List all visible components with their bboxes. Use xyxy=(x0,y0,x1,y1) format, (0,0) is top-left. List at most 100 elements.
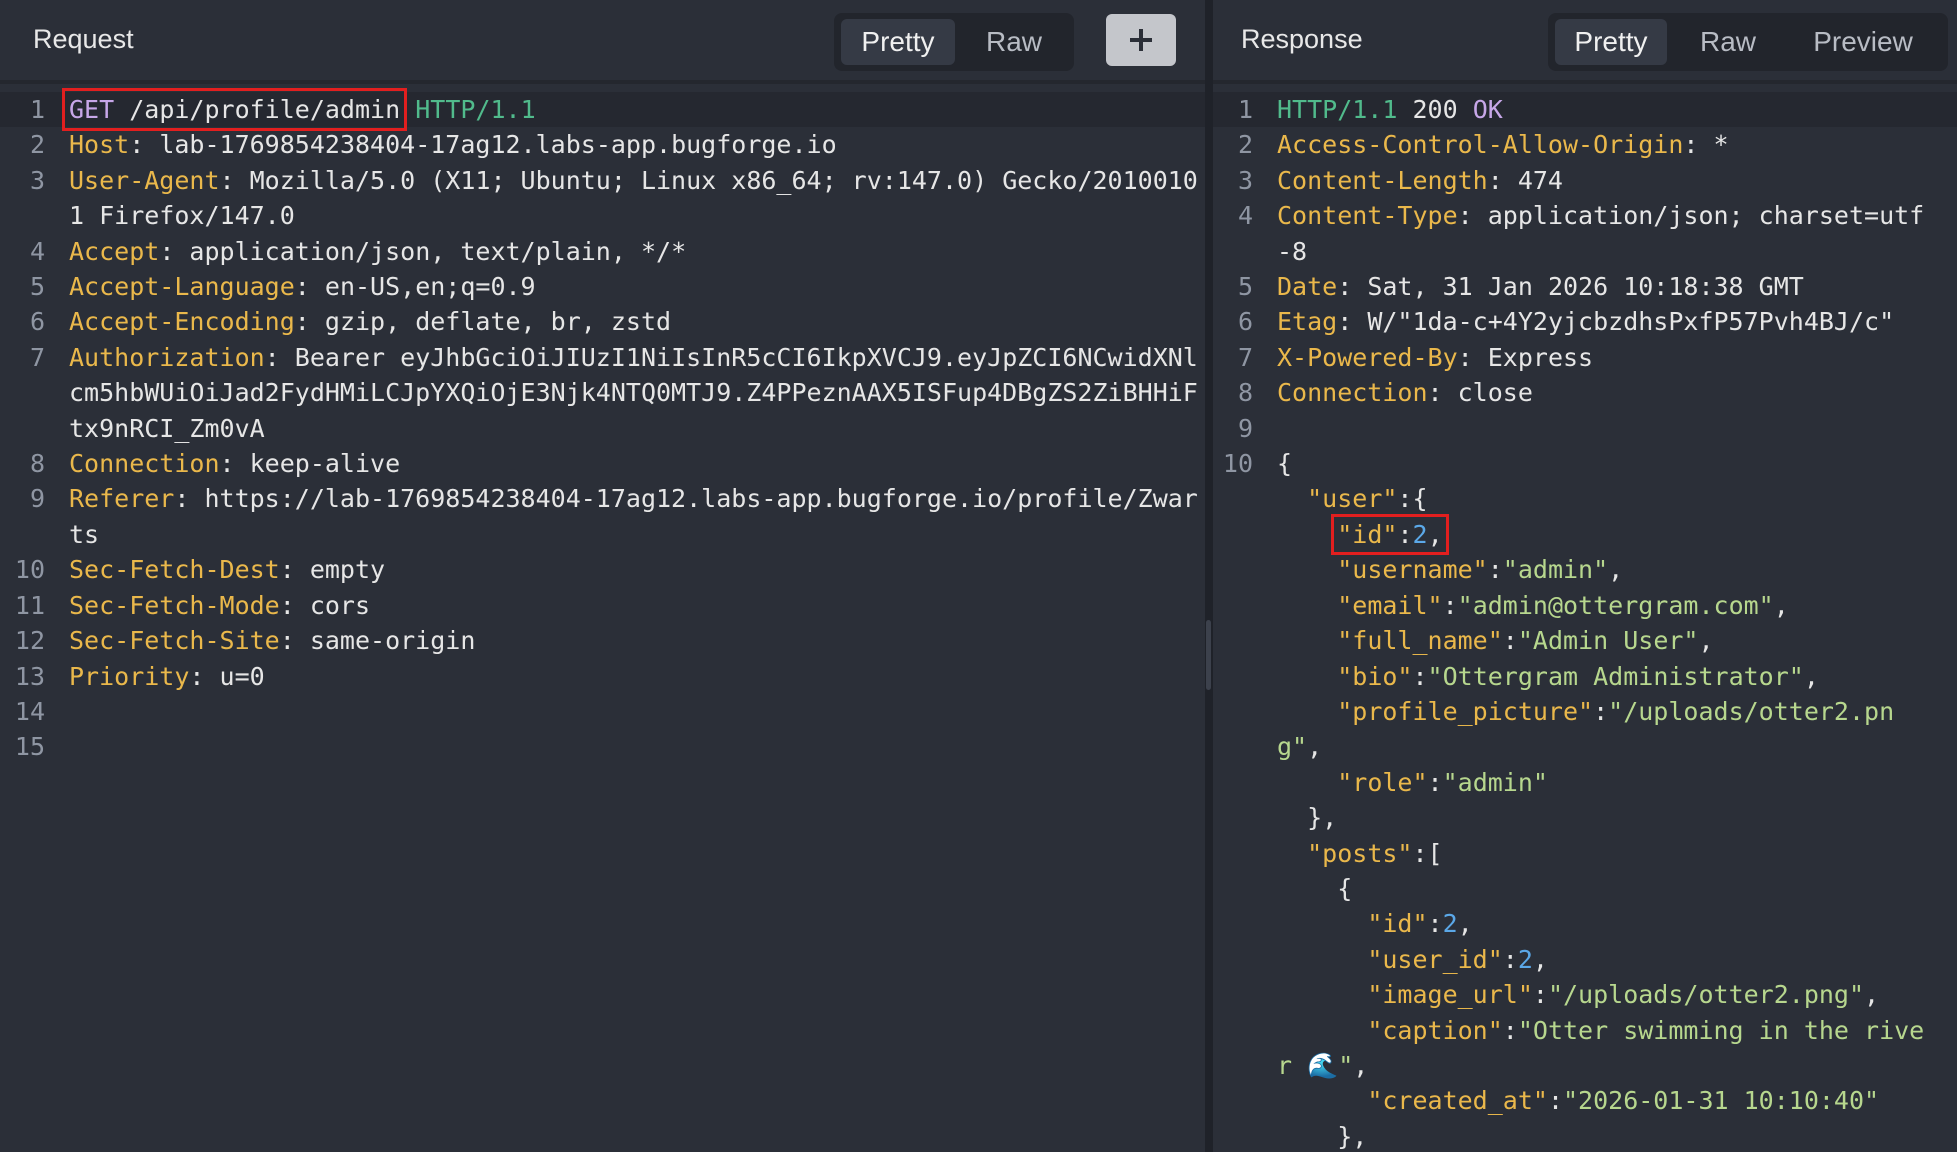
header-value: Express xyxy=(1487,342,1594,372)
line-content: "bio":"Ottergram Administrator", xyxy=(1277,659,1937,694)
code-line: "image_url":"/uploads/otter2.png", xyxy=(1213,977,1957,1012)
json-field: "user_id":2, xyxy=(1367,944,1548,974)
line-number: 7 xyxy=(1237,342,1253,372)
line-number: 9 xyxy=(29,484,45,514)
line-content: Connection: close xyxy=(1277,378,1533,408)
code-line: 15 xyxy=(0,729,1205,764)
line-content: "user_id":2, xyxy=(1277,942,1937,977)
header-name: Sec-Fetch-Dest xyxy=(69,555,280,585)
request-protocol: HTTP/1.1 xyxy=(415,95,536,124)
code-line: 8 Connection: close xyxy=(1213,375,1957,410)
status-code: 200 xyxy=(1412,95,1458,124)
json-key: "full_name" xyxy=(1337,626,1503,656)
line-number xyxy=(1213,694,1277,765)
line-content: "image_url":"/uploads/otter2.png", xyxy=(1277,977,1937,1012)
line-content: Date: Sat, 31 Jan 2026 10:18:38 GMT xyxy=(1277,272,1804,302)
line-content: Host: lab-1769854238404-17ag12.labs-app.… xyxy=(69,130,837,160)
json-field: "full_name":"Admin User", xyxy=(1337,626,1714,656)
code-line: 2 Host: lab-1769854238404-17ag12.labs-app… xyxy=(0,127,1205,162)
line-content: Sec-Fetch-Dest: empty xyxy=(69,555,386,585)
line-number: 6 xyxy=(29,307,45,337)
code-line: 4 Content-Type: application/json; charset… xyxy=(1213,198,1957,269)
line-content: "created_at":"2026-01-31 10:10:40" xyxy=(1277,1083,1937,1118)
splitter-handle[interactable] xyxy=(1206,620,1211,690)
request-view-tabs: Pretty Raw xyxy=(834,13,1074,71)
plus-icon xyxy=(1130,29,1152,51)
header-value: empty xyxy=(309,555,386,585)
line-content: "role":"admin" xyxy=(1277,765,1937,800)
header-value: en-US,en;q=0.9 xyxy=(324,272,536,302)
line-number: 10 xyxy=(14,555,45,585)
json-key: "bio" xyxy=(1337,661,1413,691)
response-viewer[interactable]: 1 HTTP/1.1 200 OK 2 Access-Control-Allow-Or… xyxy=(1213,92,1957,1152)
header-name: Content-Length xyxy=(1277,165,1488,195)
code-line: 14 xyxy=(0,694,1205,729)
line-content xyxy=(69,694,1199,729)
header-name: Access-Control-Allow-Origin xyxy=(1277,130,1684,160)
line-number xyxy=(1213,800,1277,835)
json-key: "posts" xyxy=(1307,838,1413,868)
line-content: "user":{ xyxy=(1277,481,1937,516)
response-tab-preview[interactable]: Preview xyxy=(1788,19,1938,65)
line-number: 4 xyxy=(1237,201,1253,231)
request-tab-pretty[interactable]: Pretty xyxy=(841,19,955,65)
line-number: 1 xyxy=(1237,95,1253,124)
response-title: Response xyxy=(1241,24,1363,54)
json-key: "user_id" xyxy=(1367,944,1503,974)
header-name: Accept-Language xyxy=(69,272,295,302)
line-number: 2 xyxy=(1237,130,1253,160)
line-content: Priority: u=0 xyxy=(69,661,265,691)
request-method: GET xyxy=(69,95,115,124)
header-value: W/"1da-c+4Y2yjcbzdhsPxfP57Pvh4BJ/c" xyxy=(1367,307,1895,337)
header-name: Accept xyxy=(69,236,160,266)
pane-splitter[interactable] xyxy=(1205,0,1213,1152)
json-key: "id" xyxy=(1367,909,1428,939)
code-line: 4 Accept: application/json, text/plain, *… xyxy=(0,234,1205,269)
code-line: 10 { xyxy=(1213,446,1957,481)
json-value: "Ottergram Administrator" xyxy=(1427,661,1804,691)
code-line: "posts":[ xyxy=(1213,836,1957,871)
code-line: 3 Content-Length: 474 xyxy=(1213,163,1957,198)
line-content: GET /api/profile/admin HTTP/1.1 xyxy=(61,88,1199,131)
request-editor[interactable]: 1 GET /api/profile/admin HTTP/1.1 2 Host: l… xyxy=(0,88,1205,765)
line-number: 14 xyxy=(14,696,45,726)
header-value: cors xyxy=(309,590,371,620)
add-button[interactable] xyxy=(1106,14,1176,66)
request-tab-raw[interactable]: Raw xyxy=(960,19,1068,65)
code-line: "role":"admin" xyxy=(1213,765,1957,800)
line-number xyxy=(1213,1119,1277,1152)
line-content: X-Powered-By: Express xyxy=(1277,342,1594,372)
code-line: 1 GET /api/profile/admin HTTP/1.1 xyxy=(0,88,1205,131)
code-line: 9 xyxy=(1213,411,1957,446)
line-content: Content-Length: 474 xyxy=(1277,165,1563,195)
line-number: 9 xyxy=(1237,413,1253,443)
line-content: Access-Control-Allow-Origin: * xyxy=(1277,130,1729,160)
json-key: "caption" xyxy=(1367,1015,1503,1045)
line-content: "caption":"Otter swimming in the river 🌊… xyxy=(1277,1013,1937,1084)
line-number xyxy=(1213,623,1277,658)
code-line: 9 Referer: https://lab-1769854238404-17ag… xyxy=(0,481,1205,552)
line-content: Accept-Language: en-US,en;q=0.9 xyxy=(69,272,536,302)
code-line: 7 Authorization: Bearer eyJhbGciOiJIUzI1N… xyxy=(0,340,1205,446)
header-value: u=0 xyxy=(219,661,265,691)
line-number: 3 xyxy=(29,165,45,195)
highlight-box: GET /api/profile/admin xyxy=(61,88,408,131)
request-title: Request xyxy=(33,24,134,54)
response-tab-pretty[interactable]: Pretty xyxy=(1555,19,1667,65)
response-tab-raw[interactable]: Raw xyxy=(1673,19,1783,65)
line-number xyxy=(1213,588,1277,623)
json-value: 2 xyxy=(1412,519,1428,549)
header-name: Connection xyxy=(69,449,220,479)
header-name: X-Powered-By xyxy=(1277,342,1458,372)
header-value: Mozilla/5.0 (X11; Ubuntu; Linux x86_64; … xyxy=(69,165,1198,231)
line-number: 12 xyxy=(14,626,45,656)
request-header-divider xyxy=(0,80,1205,84)
line-content: Content-Type: application/json; charset=… xyxy=(1277,201,1925,266)
